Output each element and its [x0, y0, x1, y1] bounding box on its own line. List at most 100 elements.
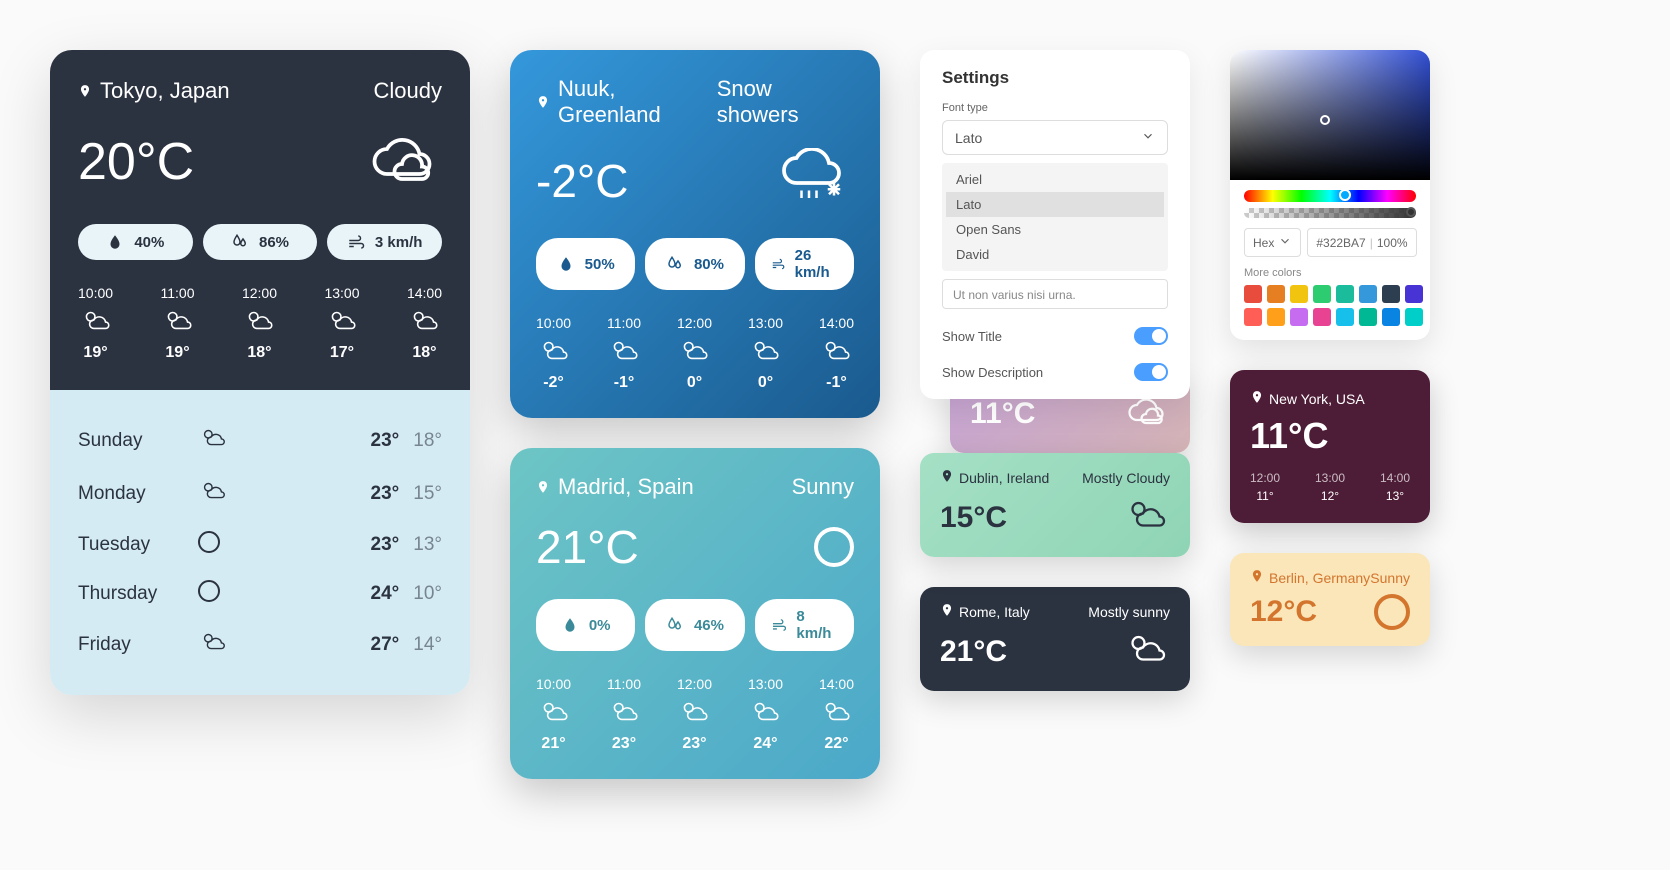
hour-time: 14:00 [819, 315, 854, 331]
temperature: 21°C [940, 635, 1007, 669]
hour-temp: 11° [1250, 489, 1280, 503]
temperature: -2°C [536, 154, 629, 208]
color-swatch[interactable] [1313, 285, 1331, 303]
cloud-icon [748, 698, 783, 731]
hue-slider[interactable] [1244, 190, 1416, 202]
hour-item: 12:0011° [1250, 471, 1280, 503]
color-swatch[interactable] [1244, 308, 1262, 326]
format-value: Hex [1253, 236, 1274, 250]
hour-item: 11:00 19° [161, 285, 195, 362]
temperature: 12°C [1250, 595, 1317, 629]
hour-item: 14:00-1° [819, 315, 854, 392]
hour-item: 10:00-2° [536, 315, 571, 392]
color-swatch[interactable] [1359, 285, 1377, 303]
humidity-pill: 46% [645, 599, 744, 651]
color-canvas[interactable] [1230, 50, 1430, 180]
hour-item: 13:000° [748, 315, 783, 392]
condition-text: Snow showers [717, 76, 854, 128]
color-swatch[interactable] [1290, 308, 1308, 326]
dublin-weather-card: Dublin, IrelandMostly Cloudy 15°C [920, 453, 1190, 557]
cloud-icon [677, 698, 712, 731]
font-option[interactable]: David [946, 242, 1164, 267]
color-swatch[interactable] [1382, 285, 1400, 303]
color-swatch[interactable] [1267, 308, 1285, 326]
font-option[interactable]: Open Sans [946, 217, 1164, 242]
description-textarea[interactable]: Ut non varius nisi urna. [942, 279, 1168, 309]
location-text: Berlin, Germany [1269, 570, 1370, 586]
hue-thumb[interactable] [1339, 189, 1351, 201]
color-swatch[interactable] [1313, 308, 1331, 326]
sunny-icon [1374, 594, 1410, 630]
show-description-toggle[interactable] [1134, 363, 1168, 381]
font-option[interactable]: Ariel [946, 167, 1164, 192]
settings-panel: Settings Font type Lato Ariel Lato Open … [920, 50, 1190, 399]
alpha-thumb[interactable] [1406, 207, 1416, 217]
hour-item: 14:0018° [407, 285, 442, 362]
humidity-pill: 80% [645, 238, 744, 290]
font-select[interactable]: Lato [942, 120, 1168, 155]
hour-item: 10:0019° [78, 285, 113, 362]
pin-icon [78, 78, 92, 104]
humidity-icon [666, 255, 684, 273]
font-option[interactable]: Lato [946, 192, 1164, 217]
temperature: 15°C [940, 501, 1007, 535]
rome-weather-card: Rome, ItalyMostly sunny 21°C [920, 587, 1190, 691]
pin-icon [1250, 390, 1264, 407]
pin-icon [1250, 569, 1264, 586]
day-name: Thursday [78, 583, 198, 605]
day-low: 18° [413, 430, 442, 452]
location-text: New York, USA [1269, 391, 1365, 407]
show-title-toggle[interactable] [1134, 327, 1168, 345]
hour-time: 11:00 [161, 285, 195, 301]
temperature: 11°C [970, 397, 1035, 431]
cloud-icon [677, 337, 712, 370]
day-name: Sunday [78, 430, 198, 452]
hour-item: 13:0017° [324, 285, 359, 362]
color-swatch[interactable] [1336, 285, 1354, 303]
hour-time: 14:00 [819, 676, 854, 692]
precip-pill: 50% [536, 238, 635, 290]
color-swatch[interactable] [1244, 285, 1262, 303]
tokyo-weather-card: Tokyo, Japan Cloudy 20°C 40% 86% 3 km/h … [50, 50, 470, 695]
condition-text: Cloudy [374, 78, 442, 104]
color-swatch[interactable] [1405, 308, 1423, 326]
day-low: 14° [413, 634, 442, 656]
hour-time: 12:00 [677, 676, 712, 692]
hex-input[interactable]: #322BA7|100% [1307, 228, 1416, 257]
temperature: 11°C [1250, 415, 1410, 457]
hour-temp: 13° [1380, 489, 1410, 503]
hour-time: 10:00 [536, 676, 571, 692]
location-text: Madrid, Spain [558, 474, 694, 500]
cloud-icon [324, 307, 359, 340]
hour-temp: 21° [536, 735, 571, 753]
color-swatch[interactable] [1359, 308, 1377, 326]
pin-icon [940, 469, 954, 486]
color-swatch[interactable] [1382, 308, 1400, 326]
hour-time: 11:00 [607, 676, 641, 692]
color-swatch[interactable] [1336, 308, 1354, 326]
temperature: 21°C [536, 520, 639, 574]
hour-time: 10:00 [78, 285, 113, 301]
forecast-day: Friday 27° 14° [78, 618, 442, 671]
format-select[interactable]: Hex [1244, 228, 1301, 257]
show-title-label: Show Title [942, 329, 1002, 344]
color-swatch[interactable] [1290, 285, 1308, 303]
snow-icon [774, 148, 854, 213]
font-listbox[interactable]: Ariel Lato Open Sans David [942, 163, 1168, 271]
sunny-icon [198, 580, 220, 607]
color-thumb[interactable] [1320, 115, 1330, 125]
location-text: Nuuk, Greenland [558, 76, 717, 128]
pin-icon [536, 89, 550, 115]
berlin-weather-card: Berlin, GermanySunny 12°C [1230, 553, 1430, 646]
condition-text: Sunny [1370, 570, 1410, 586]
madrid-weather-card: Madrid, Spain Sunny 21°C 0% 46% 8 km/h 1… [510, 448, 880, 779]
humidity-pill: 86% [203, 224, 318, 260]
day-name: Friday [78, 634, 198, 656]
day-high: 27° [371, 634, 400, 656]
font-type-label: Font type [942, 102, 1168, 114]
color-swatch[interactable] [1405, 285, 1423, 303]
color-swatch[interactable] [1267, 285, 1285, 303]
newyork-weather-card: New York, USA 11°C 12:0011° 13:0012° 14:… [1230, 370, 1430, 523]
alpha-slider[interactable] [1244, 208, 1416, 218]
hour-temp: 19° [161, 344, 195, 362]
